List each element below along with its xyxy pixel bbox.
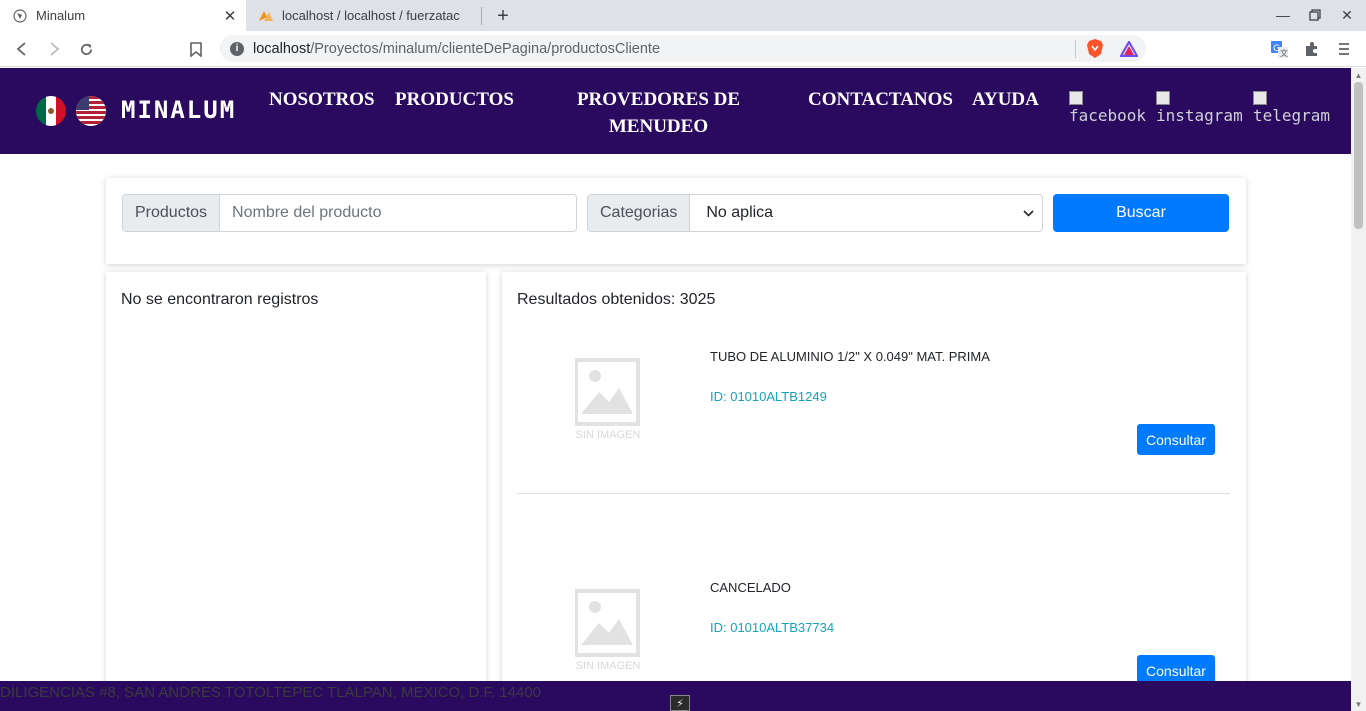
broken-image-icon	[1069, 91, 1083, 105]
translate-icon[interactable]: G文	[1267, 37, 1291, 61]
instagram-alt-text: instagram	[1156, 106, 1243, 125]
product-search-group: Productos Nombre del producto	[122, 194, 577, 232]
buscar-button[interactable]: Buscar	[1053, 194, 1229, 232]
productos-label: Productos	[123, 195, 221, 231]
telegram-alt-text: telegram	[1253, 106, 1331, 125]
categorias-label: Categorias	[588, 195, 691, 231]
minimize-icon[interactable]: —	[1272, 4, 1294, 26]
tab-title: localhost / localhost / fuerzatac	[282, 8, 460, 23]
browser-toolbar: i localhost/Proyectos/minalum/clienteDeP…	[0, 31, 1366, 67]
globe-icon	[12, 8, 28, 24]
sin-imagen-label: SIN IMAGEN	[575, 660, 641, 672]
restore-icon[interactable]	[1304, 4, 1326, 26]
chevron-down-icon	[1023, 204, 1034, 222]
broken-image-icon	[1253, 91, 1267, 105]
tab-title: Minalum	[36, 8, 86, 23]
url-path: /Proyectos/minalum/clienteDePagina/produ…	[310, 40, 661, 57]
image-placeholder-icon: SIN IMAGEN	[574, 358, 641, 448]
product-id: ID: 01010ALTB1249	[710, 389, 827, 404]
new-tab-button[interactable]: +	[492, 5, 514, 27]
nav-productos[interactable]: PRODUCTOS	[395, 86, 514, 113]
browser-tab-strip: Minalum ✕ localhost / localhost / fuerza…	[0, 0, 1366, 31]
consultar-button[interactable]: Consultar	[1137, 424, 1215, 455]
back-icon[interactable]	[10, 37, 34, 61]
broken-image-icon	[1156, 91, 1170, 105]
reload-icon[interactable]	[74, 37, 98, 61]
category-selected-value: No aplica	[706, 204, 774, 221]
facebook-alt-text: facebook	[1069, 106, 1147, 125]
tab-separator	[481, 7, 482, 25]
telegram-link[interactable]: telegram	[1253, 91, 1330, 125]
site-info-icon[interactable]: i	[230, 41, 244, 56]
results-panel: Resultados obtenidos: 3025 SIN IMAGEN TU…	[502, 272, 1246, 692]
svg-text:文: 文	[1280, 48, 1288, 58]
tab-phpmyadmin[interactable]: localhost / localhost / fuerzatac	[246, 0, 482, 31]
menu-icon[interactable]	[1332, 37, 1356, 61]
close-tab-icon[interactable]: ✕	[220, 6, 240, 26]
close-window-icon[interactable]: ✕	[1336, 4, 1358, 26]
sin-imagen-label: SIN IMAGEN	[575, 429, 641, 441]
mexico-flag-icon[interactable]	[36, 96, 66, 126]
nav-provedores-de-menudeo[interactable]: PROVEDORES DE MENUDEO	[575, 86, 742, 140]
scroll-down-icon[interactable]: ▼	[1351, 697, 1366, 711]
result-divider	[517, 493, 1230, 494]
nav-ayuda[interactable]: AYUDA	[972, 86, 1039, 113]
no-records-message: No se encontraron registros	[121, 291, 319, 308]
footer-address: DILIGENCIAS #8, SAN ANDRES TOTOLTEPEC TL…	[0, 684, 542, 701]
forward-icon[interactable]	[42, 37, 66, 61]
results-summary: Resultados obtenidos: 3025	[517, 291, 716, 308]
brand-logo[interactable]: MINALUM	[121, 96, 236, 124]
url-host: localhost	[253, 40, 311, 57]
tab-minalum[interactable]: Minalum ✕	[0, 0, 246, 31]
brave-rewards-icon[interactable]	[1117, 37, 1141, 61]
product-name-input[interactable]: Nombre del producto	[220, 195, 576, 231]
product-name: CANCELADO	[710, 580, 791, 595]
category-select[interactable]: No aplica	[690, 195, 1042, 231]
filter-panel: No se encontraron registros	[106, 272, 486, 692]
product-id: ID: 01010ALTB37734	[710, 620, 835, 635]
instagram-link[interactable]: instagram	[1156, 91, 1243, 125]
facebook-link[interactable]: facebook	[1069, 91, 1146, 125]
bookmark-icon[interactable]	[184, 37, 208, 61]
extensions-icon[interactable]	[1300, 37, 1324, 61]
scrollbar-thumb[interactable]	[1354, 82, 1363, 229]
bolt-icon[interactable]: ⚡	[670, 695, 690, 711]
category-group: Categorias No aplica	[587, 194, 1043, 232]
nav-contactanos[interactable]: CONTACTANOS	[808, 86, 953, 113]
usa-flag-icon[interactable]	[76, 96, 106, 126]
image-placeholder-icon: SIN IMAGEN	[574, 589, 641, 679]
brave-shields-icon[interactable]	[1083, 37, 1107, 61]
scroll-up-icon[interactable]: ▲	[1351, 68, 1366, 82]
phpmyadmin-icon	[258, 8, 274, 24]
nav-nosotros[interactable]: NOSOTROS	[269, 86, 375, 113]
address-bar[interactable]: i localhost/Proyectos/minalum/clienteDeP…	[220, 35, 1146, 62]
site-footer: DILIGENCIAS #8, SAN ANDRES TOTOLTEPEC TL…	[0, 681, 1351, 711]
omnibox-separator	[1075, 40, 1076, 58]
product-name: TUBO DE ALUMINIO 1/2" X 0.049" MAT. PRIM…	[710, 349, 990, 364]
search-card: Productos Nombre del producto Categorias…	[106, 178, 1246, 264]
